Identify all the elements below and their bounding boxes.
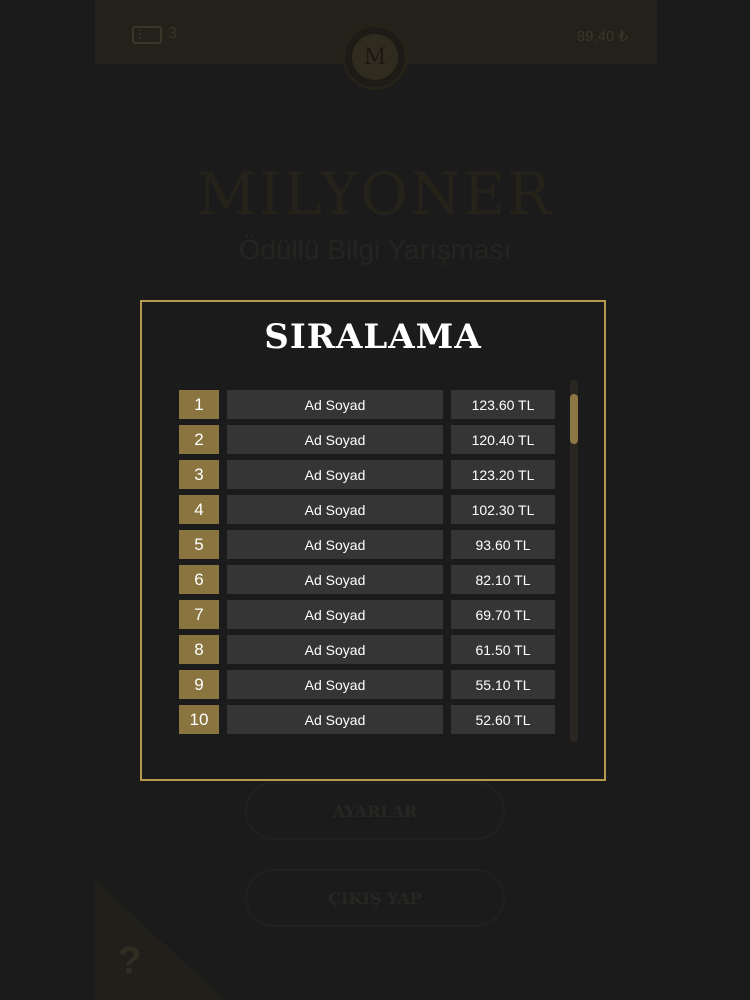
table-row: 1 Ad Soyad 123.60 TL <box>179 390 559 425</box>
amount-cell: 61.50 TL <box>451 635 555 664</box>
modal-title: SIRALAMA <box>264 317 482 357</box>
rank-cell: 10 <box>179 705 219 734</box>
table-row: 10 Ad Soyad 52.60 TL <box>179 705 559 740</box>
name-cell: Ad Soyad <box>227 600 443 629</box>
name-cell: Ad Soyad <box>227 565 443 594</box>
rank-cell: 9 <box>179 670 219 699</box>
name-cell: Ad Soyad <box>227 670 443 699</box>
amount-cell: 93.60 TL <box>451 530 555 559</box>
rank-cell: 7 <box>179 600 219 629</box>
name-cell: Ad Soyad <box>227 390 443 419</box>
rank-cell: 3 <box>179 460 219 489</box>
name-cell: Ad Soyad <box>227 425 443 454</box>
leaderboard-list: 1 Ad Soyad 123.60 TL 2 Ad Soyad 120.40 T… <box>179 390 559 740</box>
rank-cell: 8 <box>179 635 219 664</box>
amount-cell: 120.40 TL <box>451 425 555 454</box>
amount-cell: 55.10 TL <box>451 670 555 699</box>
rank-cell: 4 <box>179 495 219 524</box>
name-cell: Ad Soyad <box>227 460 443 489</box>
amount-cell: 82.10 TL <box>451 565 555 594</box>
amount-cell: 52.60 TL <box>451 705 555 734</box>
rank-cell: 6 <box>179 565 219 594</box>
table-row: 3 Ad Soyad 123.20 TL <box>179 460 559 495</box>
name-cell: Ad Soyad <box>227 495 443 524</box>
table-row: 4 Ad Soyad 102.30 TL <box>179 495 559 530</box>
table-row: 8 Ad Soyad 61.50 TL <box>179 635 559 670</box>
table-row: 2 Ad Soyad 120.40 TL <box>179 425 559 460</box>
name-cell: Ad Soyad <box>227 705 443 734</box>
rank-cell: 1 <box>179 390 219 419</box>
table-row: 6 Ad Soyad 82.10 TL <box>179 565 559 600</box>
table-row: 9 Ad Soyad 55.10 TL <box>179 670 559 705</box>
scrollbar-thumb[interactable] <box>570 394 578 444</box>
amount-cell: 123.20 TL <box>451 460 555 489</box>
leaderboard-modal: SIRALAMA 1 Ad Soyad 123.60 TL 2 Ad Soyad… <box>140 300 606 781</box>
table-row: 5 Ad Soyad 93.60 TL <box>179 530 559 565</box>
name-cell: Ad Soyad <box>227 635 443 664</box>
amount-cell: 102.30 TL <box>451 495 555 524</box>
scrollbar[interactable] <box>570 380 578 742</box>
amount-cell: 123.60 TL <box>451 390 555 419</box>
rank-cell: 2 <box>179 425 219 454</box>
name-cell: Ad Soyad <box>227 530 443 559</box>
rank-cell: 5 <box>179 530 219 559</box>
table-row: 7 Ad Soyad 69.70 TL <box>179 600 559 635</box>
amount-cell: 69.70 TL <box>451 600 555 629</box>
